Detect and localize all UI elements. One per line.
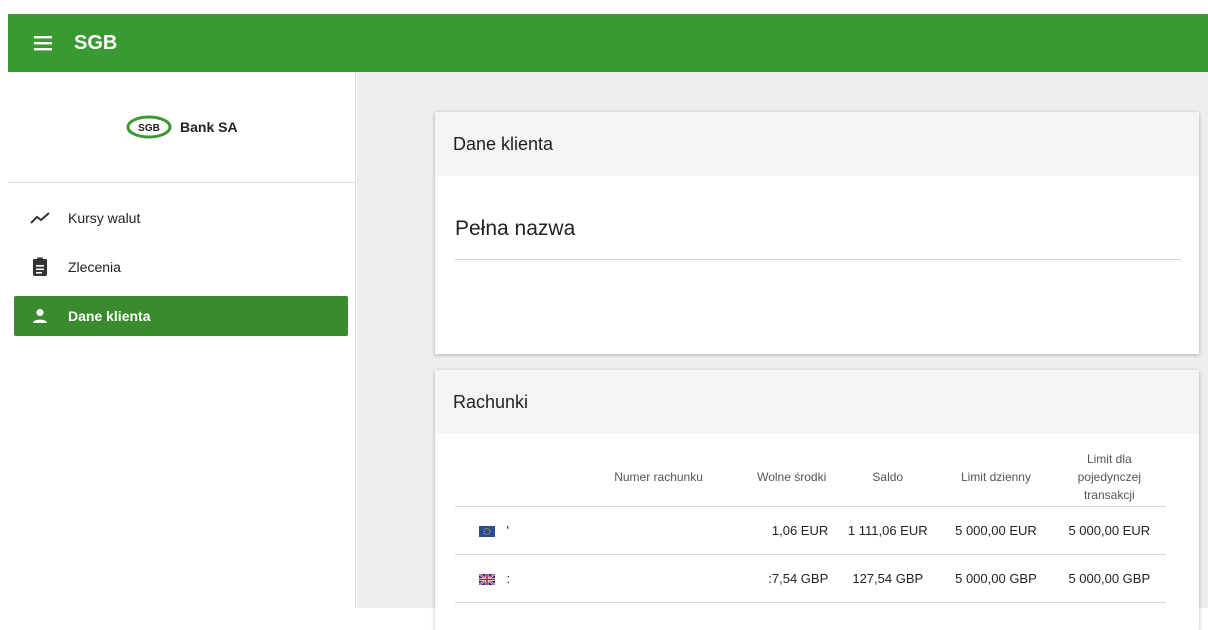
- transaction-limit-cell: 5 000,00 GBP: [1052, 554, 1166, 603]
- daily-limit-cell: 5 000,00 GBP: [939, 554, 1053, 603]
- eu-flag-icon: [479, 525, 495, 537]
- client-data-card: Dane klienta Pełna nazwa: [435, 112, 1199, 354]
- column-header-account-number[interactable]: Numer rachunku: [506, 448, 723, 507]
- column-header-balance[interactable]: Saldo: [836, 448, 940, 507]
- sgb-logo-icon: SGB: [126, 115, 172, 139]
- accounts-card: Rachunki Numer rachunku Wolne środki Sal…: [435, 370, 1199, 630]
- column-header-daily-limit[interactable]: Limit dzienny: [939, 448, 1053, 507]
- accounts-table: Numer rachunku Wolne środki Saldo Limit …: [455, 448, 1166, 603]
- sidebar-item-label: Kursy walut: [68, 210, 141, 226]
- flag-cell: [455, 506, 507, 555]
- flag-column-header: [455, 448, 507, 507]
- logo-text: Bank SA: [180, 119, 238, 135]
- app-title: SGB: [74, 31, 118, 54]
- sidebar-nav: Kursy walut Zlecenia Dane klienta: [14, 198, 348, 345]
- table-row[interactable]: : :7,54 GBP 127,54 GBP 5 000,00 GBP 5 00…: [455, 554, 1166, 603]
- sidebar-item-label: Zlecenia: [68, 259, 121, 275]
- account-number-cell[interactable]: :: [506, 554, 723, 603]
- available-funds-cell: 1,06 EUR: [722, 506, 837, 555]
- full-name-label: Pełna nazwa: [455, 217, 576, 240]
- bank-logo[interactable]: SGB Bank SA: [126, 112, 246, 142]
- sidebar-divider: [8, 182, 356, 183]
- card-title: Rachunki: [435, 370, 1199, 434]
- uk-flag-icon: [479, 573, 495, 585]
- daily-limit-cell: 5 000,00 EUR: [939, 506, 1053, 555]
- top-strip: [0, 0, 1208, 14]
- app-bar: SGB: [8, 14, 1208, 72]
- account-number-cell[interactable]: ': [506, 506, 723, 555]
- svg-text:SGB: SGB: [138, 123, 160, 134]
- sidebar: SGB Bank SA Kursy walut Zlecenia Dane kl…: [8, 72, 356, 608]
- balance-cell: 1 111,06 EUR: [836, 506, 940, 555]
- sidebar-item-zlecenia[interactable]: Zlecenia: [14, 247, 348, 287]
- main-content: Dane klienta Pełna nazwa Rachunki Numer …: [357, 72, 1208, 630]
- available-funds-cell: :7,54 GBP: [722, 554, 837, 603]
- column-header-available-funds[interactable]: Wolne środki: [722, 448, 837, 507]
- person-icon: [28, 304, 52, 328]
- table-row[interactable]: ' 1,06 EUR 1 111,06 EUR 5 000,00 EUR 5 0…: [455, 506, 1166, 555]
- flag-cell: [455, 554, 507, 603]
- sidebar-item-label: Dane klienta: [68, 308, 151, 324]
- card-title: Dane klienta: [435, 112, 1199, 176]
- trending-up-icon: [28, 206, 52, 230]
- clipboard-icon: [28, 255, 52, 279]
- full-name-underline: [455, 259, 1181, 260]
- balance-cell: 127,54 GBP: [836, 554, 940, 603]
- menu-icon[interactable]: [30, 29, 58, 57]
- sidebar-item-dane-klienta[interactable]: Dane klienta: [14, 296, 348, 336]
- column-header-transaction-limit[interactable]: Limit dla pojedynczej transakcji: [1052, 448, 1166, 507]
- transaction-limit-cell: 5 000,00 EUR: [1052, 506, 1166, 555]
- table-header-row: Numer rachunku Wolne środki Saldo Limit …: [455, 448, 1166, 507]
- sidebar-item-kursy-walut[interactable]: Kursy walut: [14, 198, 348, 238]
